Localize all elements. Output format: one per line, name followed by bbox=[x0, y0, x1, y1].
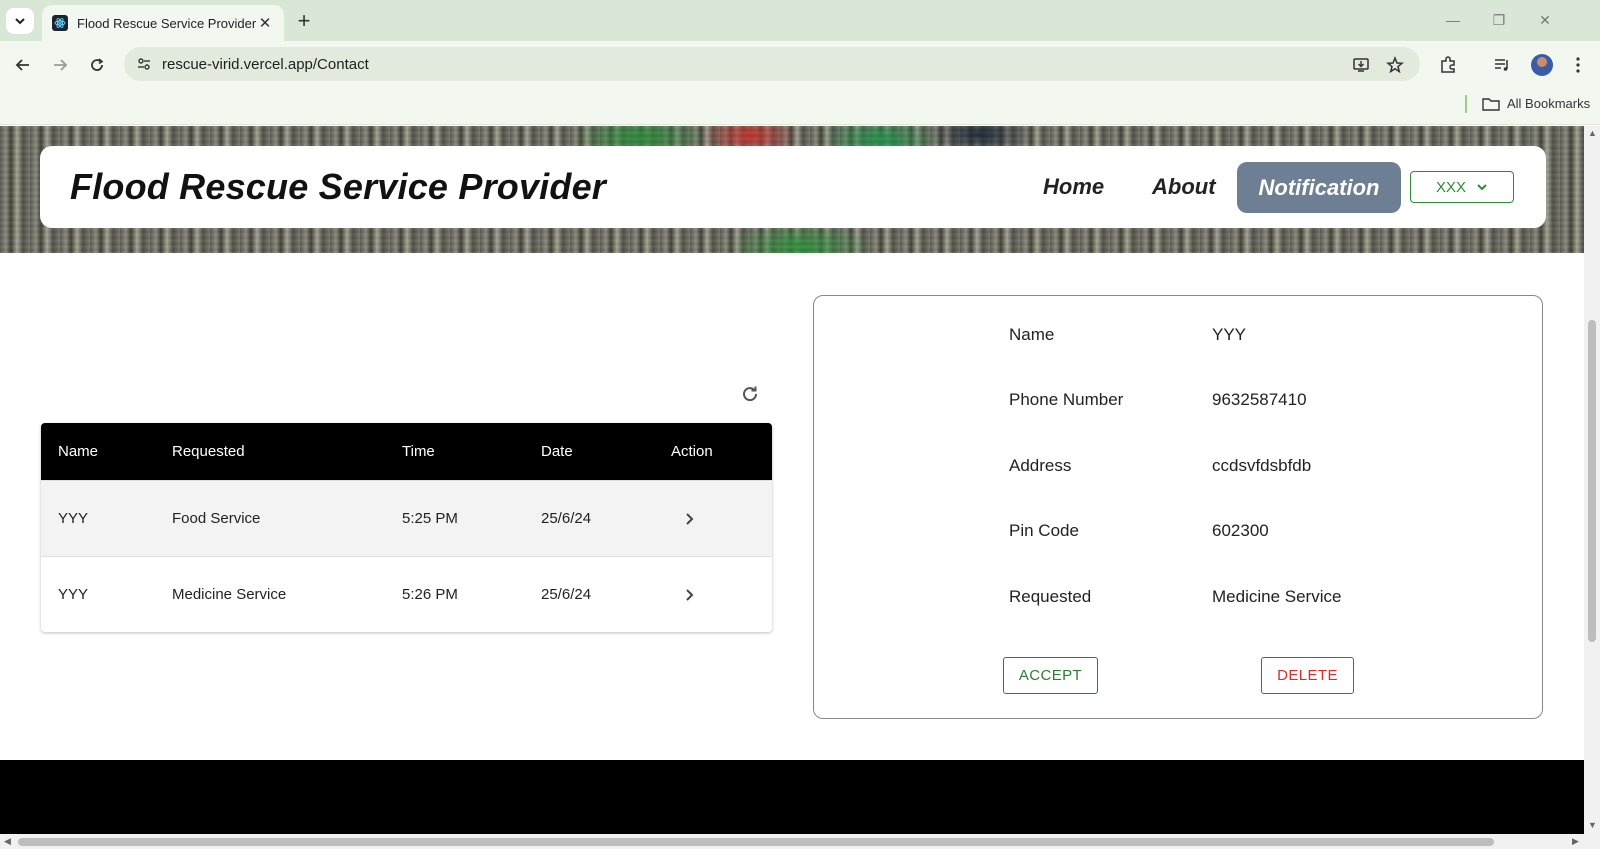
restore-window-icon[interactable]: ❐ bbox=[1484, 8, 1514, 32]
horizontal-scroll-thumb[interactable] bbox=[18, 838, 1494, 846]
table-row[interactable]: YYY Medicine Service 5:26 PM 25/6/24 bbox=[41, 556, 772, 632]
request-detail-card: Name YYY Phone Number 9632587410 Address… bbox=[813, 295, 1543, 719]
close-tab-icon[interactable]: ✕ bbox=[256, 14, 274, 32]
detail-label-requested: Requested bbox=[1009, 587, 1092, 606]
extensions-icon[interactable] bbox=[1436, 53, 1460, 77]
cell-date: 25/6/24 bbox=[541, 510, 592, 527]
bookmarks-separator bbox=[1465, 95, 1467, 113]
delete-button[interactable]: DELETE bbox=[1261, 657, 1354, 694]
vertical-scrollbar[interactable]: ▲ ▼ bbox=[1584, 126, 1600, 834]
cell-date: 25/6/24 bbox=[541, 586, 592, 603]
browser-tab-strip: Flood Rescue Service Provider ✕ + — ❐ ✕ bbox=[0, 0, 1600, 41]
scroll-left-arrow-icon[interactable]: ◀ bbox=[4, 836, 11, 847]
back-icon[interactable] bbox=[8, 50, 38, 80]
site-brand[interactable]: Flood Rescue Service Provider bbox=[70, 166, 606, 208]
new-tab-button[interactable]: + bbox=[290, 8, 318, 34]
url-text: rescue-virid.vercel.app/Contact bbox=[162, 55, 369, 73]
table-header: Name Requested Time Date Action bbox=[41, 423, 772, 480]
column-header-requested: Requested bbox=[172, 443, 245, 460]
detail-value-requested: Medicine Service bbox=[1212, 587, 1342, 606]
media-control-icon[interactable] bbox=[1490, 53, 1514, 77]
close-window-icon[interactable]: ✕ bbox=[1530, 8, 1560, 32]
column-header-time: Time bbox=[402, 443, 435, 460]
bookmark-star-icon[interactable] bbox=[1384, 54, 1406, 76]
cell-name: YYY bbox=[58, 510, 89, 527]
all-bookmarks-label: All Bookmarks bbox=[1507, 96, 1591, 111]
profile-avatar[interactable] bbox=[1531, 54, 1553, 76]
detail-value-pincode: 602300 bbox=[1212, 521, 1269, 540]
user-menu-select[interactable]: XXX bbox=[1410, 171, 1514, 203]
page-footer bbox=[0, 760, 1584, 834]
detail-label-address: Address bbox=[1009, 456, 1072, 475]
cell-requested: Medicine Service bbox=[172, 586, 287, 603]
site-navbar: Flood Rescue Service Provider Home About… bbox=[40, 146, 1546, 228]
scroll-right-arrow-icon[interactable]: ▶ bbox=[1572, 836, 1579, 847]
nav-about-link[interactable]: About bbox=[1152, 174, 1216, 200]
address-bar[interactable]: rescue-virid.vercel.app/Contact bbox=[124, 47, 1420, 81]
column-header-name: Name bbox=[58, 443, 99, 460]
forward-icon[interactable] bbox=[45, 50, 75, 80]
column-header-action: Action bbox=[671, 443, 713, 460]
column-header-date: Date bbox=[541, 443, 573, 460]
nav-home-link[interactable]: Home bbox=[1043, 174, 1104, 200]
nav-notification-button[interactable]: Notification bbox=[1237, 162, 1401, 213]
scroll-down-arrow-icon[interactable]: ▼ bbox=[1588, 820, 1597, 830]
chevron-down-icon bbox=[1477, 184, 1487, 191]
cell-time: 5:25 PM bbox=[402, 510, 458, 527]
cell-requested: Food Service bbox=[172, 510, 261, 527]
more-menu-icon[interactable] bbox=[1566, 53, 1590, 77]
detail-label-phone: Phone Number bbox=[1009, 390, 1124, 409]
react-logo-icon bbox=[52, 15, 68, 31]
table-row[interactable]: YYY Food Service 5:25 PM 25/6/24 bbox=[41, 480, 772, 556]
browser-toolbar: rescue-virid.vercel.app/Contact bbox=[0, 41, 1600, 87]
detail-value-name: YYY bbox=[1212, 325, 1247, 344]
requests-table: Name Requested Time Date Action YYY Food… bbox=[41, 423, 772, 632]
detail-label-name: Name bbox=[1009, 325, 1055, 344]
user-menu-label: XXX bbox=[1435, 178, 1466, 196]
install-app-icon[interactable] bbox=[1350, 54, 1372, 76]
scroll-up-arrow-icon[interactable]: ▲ bbox=[1588, 128, 1597, 138]
cell-name: YYY bbox=[58, 586, 89, 603]
chevron-right-icon[interactable] bbox=[678, 583, 702, 607]
bookmarks-bar: All Bookmarks bbox=[0, 87, 1600, 125]
horizontal-scrollbar[interactable]: ◀ ▶ bbox=[0, 834, 1600, 849]
refresh-icon[interactable] bbox=[738, 382, 762, 406]
chevron-down-icon bbox=[15, 18, 25, 25]
page-viewport: Flood Rescue Service Provider Home About… bbox=[0, 126, 1584, 834]
cell-time: 5:26 PM bbox=[402, 586, 458, 603]
detail-value-address: ccdsvfdsbfdb bbox=[1212, 456, 1312, 475]
browser-tab-active[interactable]: Flood Rescue Service Provider ✕ bbox=[42, 5, 284, 41]
site-info-icon[interactable] bbox=[134, 54, 154, 74]
accept-button[interactable]: ACCEPT bbox=[1003, 657, 1098, 694]
folder-icon bbox=[1482, 97, 1500, 111]
detail-label-pincode: Pin Code bbox=[1009, 521, 1079, 540]
tab-search-button[interactable] bbox=[6, 8, 34, 34]
detail-value-phone: 9632587410 bbox=[1212, 390, 1307, 409]
chevron-right-icon[interactable] bbox=[678, 507, 702, 531]
tab-title: Flood Rescue Service Provider bbox=[77, 15, 256, 31]
reload-icon[interactable] bbox=[82, 50, 112, 80]
vertical-scroll-thumb[interactable] bbox=[1588, 320, 1596, 642]
minimize-window-icon[interactable]: — bbox=[1438, 8, 1468, 32]
all-bookmarks-button[interactable]: All Bookmarks bbox=[1482, 96, 1590, 111]
